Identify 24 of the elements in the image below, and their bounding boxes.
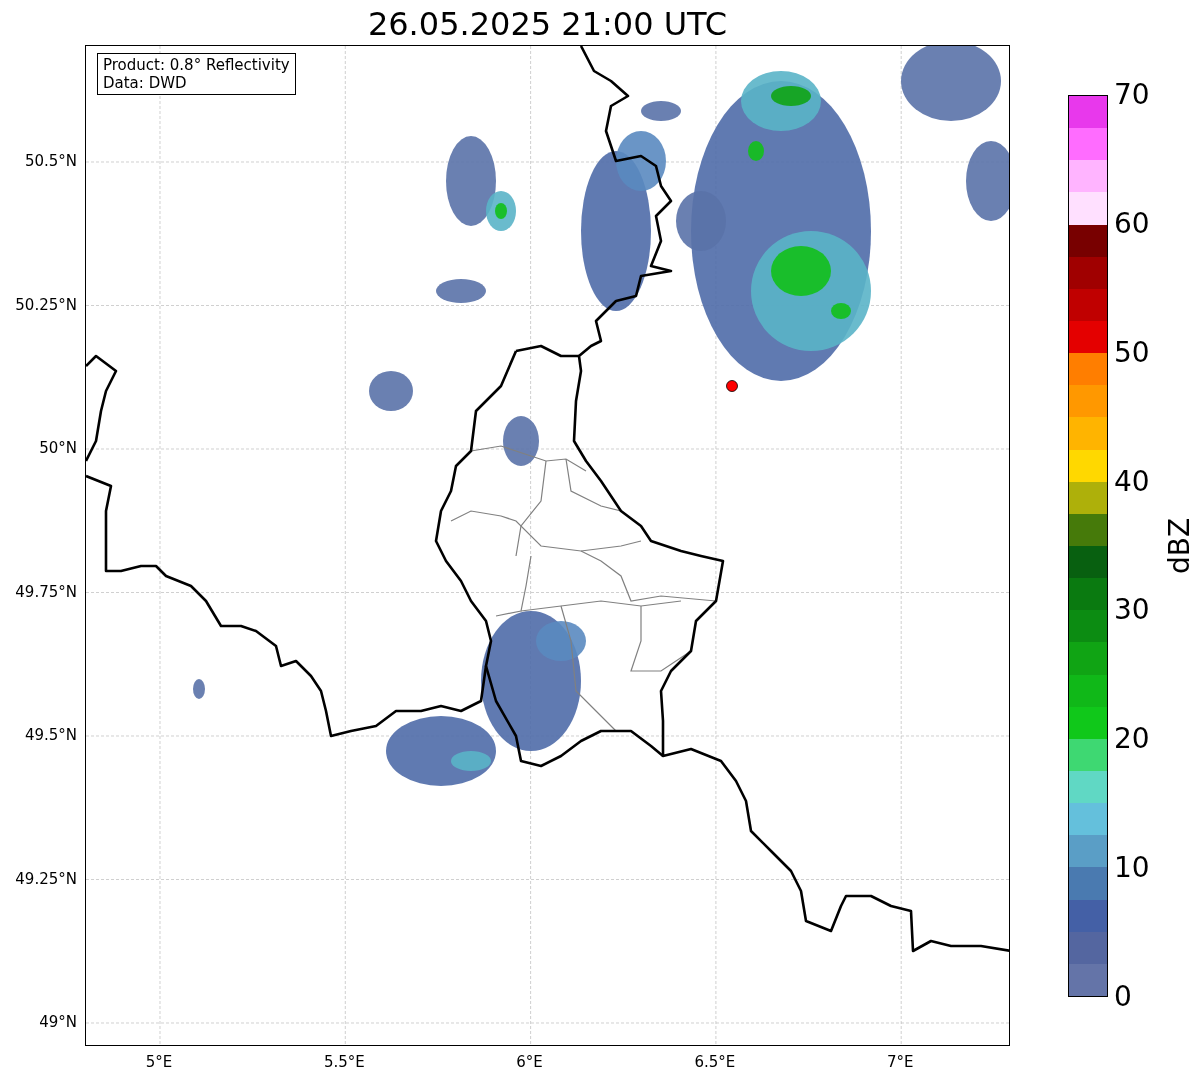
colorbar-tick-label: 40 [1114,466,1150,497]
latitude-label: 50.25°N [15,295,77,314]
colorbar-tick-label: 20 [1114,724,1150,755]
latitude-label: 49.5°N [24,726,77,744]
colorbar-tick-label: 0 [1114,982,1132,1012]
colorbar-tick-label: 10 [1114,853,1150,884]
longitude-label: 5.5°E [323,1053,365,1071]
longitude-label: 6.5°E [694,1053,736,1071]
longitude-label: 7°E [886,1053,914,1071]
latitude-label: 49°N [39,1013,77,1031]
info-text: Product: 0.8° Reflectivity [103,56,290,74]
longitude-label: 6°E [516,1053,543,1071]
colorbar-tick-label: 70 [1114,80,1150,110]
map-title: 26.05.2025 21:00 UTC [366,4,729,45]
latitude-label: 50.5°N [24,152,77,170]
longitude-label: 5°E [145,1053,173,1071]
latitude-label: 49.25°N [15,869,77,888]
colorbar-tick-label: 60 [1114,208,1150,239]
info-text: Data: DWD [103,74,188,92]
colorbar-tick-label: 50 [1114,337,1150,368]
latitude-label: 49.75°N [15,582,77,601]
latitude-label: 50°N [39,439,77,457]
colorbar-tick-label: 30 [1114,595,1150,626]
colorbar-label: dBZ [1165,517,1195,575]
